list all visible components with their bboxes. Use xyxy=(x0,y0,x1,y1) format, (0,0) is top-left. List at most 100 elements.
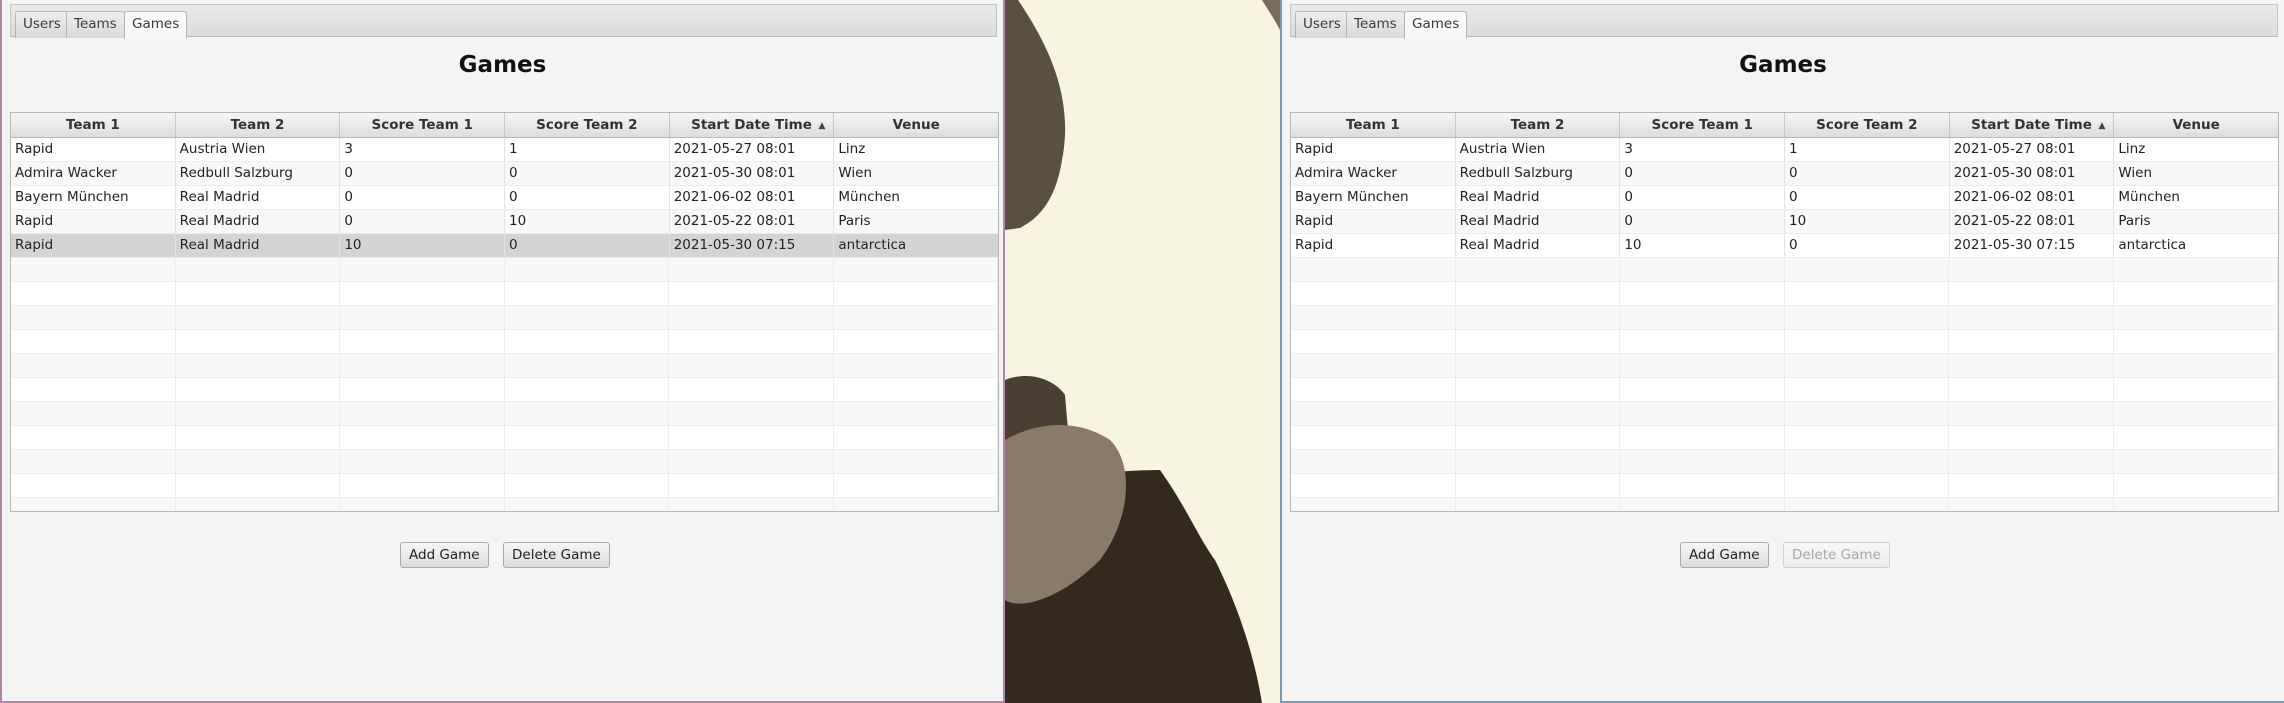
empty-cell xyxy=(669,378,834,401)
empty-cell xyxy=(669,498,834,511)
empty-cell xyxy=(1949,450,2114,473)
table-row[interactable]: Admira Wacker Redbull Salzburg 0 0 2021-05-3… xyxy=(1291,162,2278,186)
column-team1[interactable]: Team 1 xyxy=(1291,113,1456,137)
empty-cell xyxy=(11,450,176,473)
column-score-team1[interactable]: Score Team 1 xyxy=(340,113,506,137)
empty-cell xyxy=(11,282,176,305)
empty-cell xyxy=(2114,354,2278,377)
empty-cell xyxy=(1785,354,1949,377)
games-table[interactable]: Team 1 Team 2 Score Team 1 Score Team 2 … xyxy=(10,112,999,512)
empty-cell xyxy=(2114,450,2278,473)
empty-cell xyxy=(1291,402,1456,425)
empty-cell xyxy=(1291,282,1456,305)
column-start-date-time[interactable]: Start Date Time ▲ xyxy=(670,113,835,137)
column-score-team2[interactable]: Score Team 2 xyxy=(1785,113,1950,137)
column-team1[interactable]: Team 1 xyxy=(11,113,176,137)
empty-cell xyxy=(11,402,176,425)
empty-cell xyxy=(340,426,505,449)
tab-games[interactable]: Games xyxy=(1404,11,1468,39)
empty-cell xyxy=(340,258,505,281)
tab-games[interactable]: Games xyxy=(124,11,188,39)
cell-start-date-time: 2021-05-30 08:01 xyxy=(670,162,835,185)
column-score-team1[interactable]: Score Team 1 xyxy=(1620,113,1786,137)
empty-table-row xyxy=(11,402,998,426)
empty-cell xyxy=(340,330,505,353)
add-game-button[interactable]: Add Game xyxy=(1680,542,1769,568)
empty-cell xyxy=(2114,258,2278,281)
empty-cell xyxy=(340,450,505,473)
empty-table-row xyxy=(1291,450,2278,474)
empty-cell xyxy=(1291,474,1456,497)
table-row[interactable]: Rapid Real Madrid 0 10 2021-05-22 08:01 Paris xyxy=(11,210,998,234)
sort-ascending-icon: ▲ xyxy=(818,121,826,131)
cell-venue: Wien xyxy=(838,165,873,181)
empty-cell xyxy=(834,330,998,353)
tab-teams[interactable]: Teams xyxy=(1346,11,1405,38)
empty-cell xyxy=(1456,450,1620,473)
column-team2[interactable]: Team 2 xyxy=(176,113,341,137)
cell-team1: Admira Wacker xyxy=(11,162,176,185)
empty-cell xyxy=(834,258,998,281)
empty-cell xyxy=(340,498,505,511)
table-row[interactable]: Rapid Real Madrid 10 0 2021-05-30 07:15 antar… xyxy=(11,234,998,258)
empty-cell xyxy=(176,306,340,329)
empty-cell xyxy=(1456,426,1620,449)
empty-cell xyxy=(505,426,669,449)
cell-team2: Redbull Salzburg xyxy=(1456,162,1621,185)
empty-cell xyxy=(1785,426,1949,449)
table-row[interactable]: Rapid Austria Wien 3 1 2021-05-27 08:01 Linz xyxy=(11,138,998,162)
empty-cell xyxy=(2114,402,2278,425)
empty-cell xyxy=(1620,402,1785,425)
cell-start-date-time: 2021-05-30 07:15 xyxy=(1950,234,2115,257)
empty-cell xyxy=(2114,306,2278,329)
tab-teams[interactable]: Teams xyxy=(66,11,125,38)
empty-cell xyxy=(1949,474,2114,497)
tab-users[interactable]: Users xyxy=(15,11,69,38)
empty-table-row xyxy=(11,474,998,498)
empty-cell xyxy=(1620,426,1785,449)
empty-cell xyxy=(2114,426,2278,449)
empty-cell xyxy=(505,498,669,511)
empty-cell xyxy=(834,354,998,377)
cell-venue: München xyxy=(838,189,900,205)
empty-table-row xyxy=(11,258,998,282)
empty-cell xyxy=(505,378,669,401)
empty-cell xyxy=(1456,306,1620,329)
empty-table-row xyxy=(1291,378,2278,402)
table-row[interactable]: Rapid Real Madrid 10 0 2021-05-30 07:15 antar… xyxy=(1291,234,2278,258)
table-row[interactable]: Admira Wacker Redbull Salzburg 0 0 2021-05-3… xyxy=(11,162,998,186)
empty-cell xyxy=(669,426,834,449)
empty-cell xyxy=(2114,474,2278,497)
table-row[interactable]: Bayern München Real Madrid 0 0 2021-06-02 08… xyxy=(1291,186,2278,210)
table-row[interactable]: Bayern München Real Madrid 0 0 2021-06-02 08… xyxy=(11,186,998,210)
empty-cell xyxy=(176,402,340,425)
cell-team2: Real Madrid xyxy=(1456,186,1621,209)
tab-users[interactable]: Users xyxy=(1295,11,1349,38)
empty-table-row xyxy=(1291,330,2278,354)
cell-team1: Rapid xyxy=(1291,234,1456,257)
empty-cell xyxy=(11,306,176,329)
empty-cell xyxy=(11,474,176,497)
table-row[interactable]: Rapid Austria Wien 3 1 2021-05-27 08:01 Linz xyxy=(1291,138,2278,162)
empty-cell xyxy=(505,258,669,281)
column-team2[interactable]: Team 2 xyxy=(1456,113,1621,137)
cell-score-team1: 0 xyxy=(1620,210,1786,233)
empty-cell xyxy=(1291,330,1456,353)
empty-cell xyxy=(1785,498,1949,511)
column-venue[interactable]: Venue xyxy=(834,113,998,137)
empty-cell xyxy=(1785,306,1949,329)
column-score-team2[interactable]: Score Team 2 xyxy=(505,113,670,137)
empty-table-row xyxy=(1291,354,2278,378)
cell-score-team1: 0 xyxy=(340,186,506,209)
empty-cell xyxy=(1456,282,1620,305)
games-table[interactable]: Team 1 Team 2 Score Team 1 Score Team 2 … xyxy=(1290,112,2279,512)
column-venue[interactable]: Venue xyxy=(2114,113,2278,137)
empty-cell xyxy=(669,474,834,497)
empty-cell xyxy=(1949,306,2114,329)
table-row[interactable]: Rapid Real Madrid 0 10 2021-05-22 08:01 Paris xyxy=(1291,210,2278,234)
cell-score-team1: 3 xyxy=(340,138,506,161)
column-start-date-time[interactable]: Start Date Time ▲ xyxy=(1950,113,2115,137)
delete-game-button[interactable]: Delete Game xyxy=(503,542,610,568)
cell-venue: Paris xyxy=(838,213,871,229)
add-game-button[interactable]: Add Game xyxy=(400,542,489,568)
